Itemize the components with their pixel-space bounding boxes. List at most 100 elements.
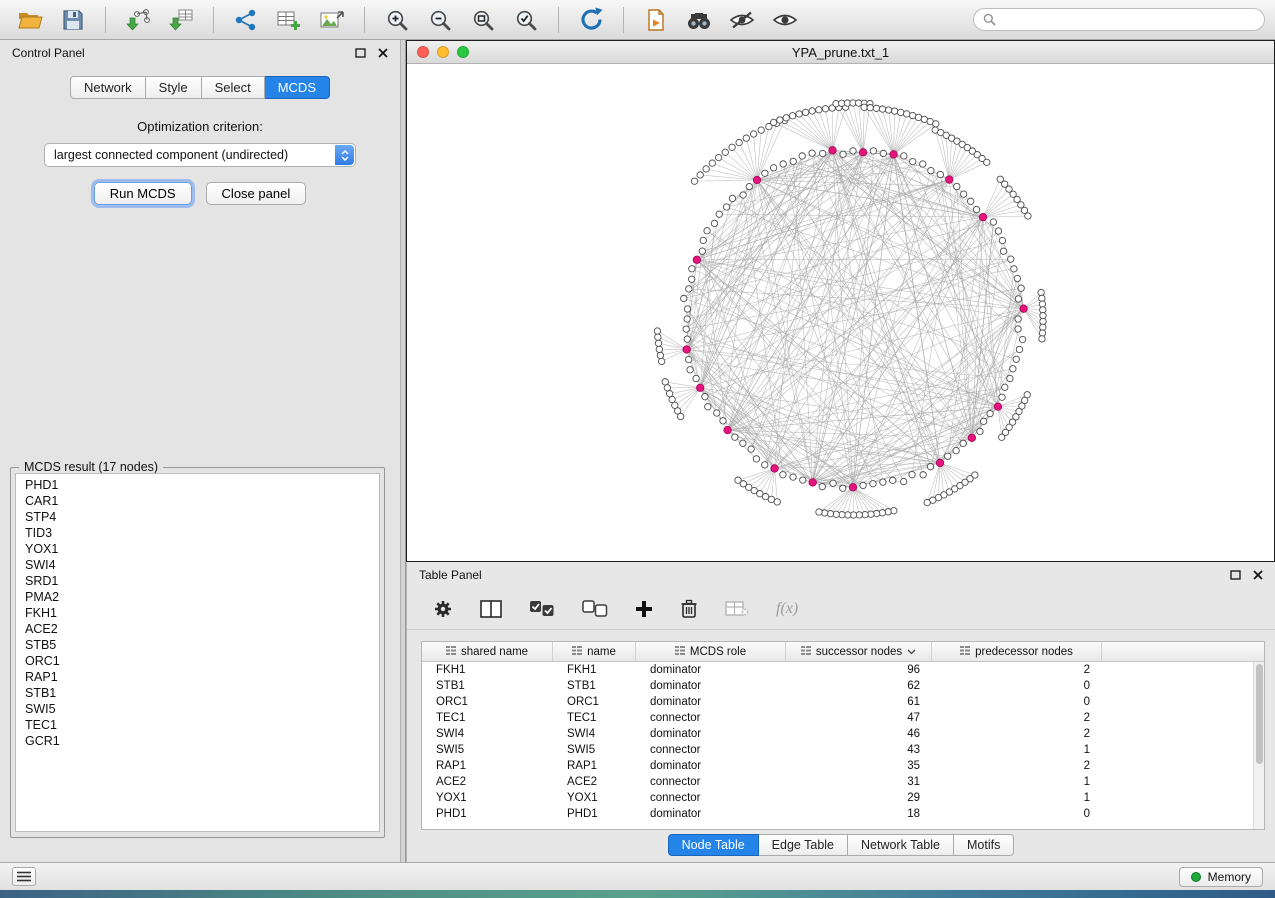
- column-header-successor-nodes[interactable]: successor nodes: [786, 642, 932, 661]
- criterion-dropdown[interactable]: largest connected component (undirected): [44, 143, 356, 167]
- column-header-name[interactable]: name: [553, 642, 636, 661]
- table-row[interactable]: TEC1TEC1connector472: [422, 710, 1264, 726]
- scrollbar-thumb[interactable]: [1256, 664, 1263, 764]
- control-panel-header: Control Panel: [0, 40, 400, 66]
- network-canvas[interactable]: [407, 64, 1274, 561]
- cell-name: FKH1: [553, 664, 636, 676]
- search-box[interactable]: [973, 8, 1265, 31]
- new-table-button[interactable]: [269, 3, 309, 37]
- mcds-result-item[interactable]: ORC1: [16, 653, 379, 669]
- table-scrollbar[interactable]: [1253, 662, 1264, 829]
- column-header-shared-name[interactable]: shared name: [422, 642, 553, 661]
- table-row[interactable]: ORC1ORC1dominator610: [422, 694, 1264, 710]
- eye-icon: [772, 10, 798, 30]
- tab-select[interactable]: Select: [202, 76, 265, 99]
- table-panel-close-button[interactable]: [1253, 570, 1263, 580]
- mcds-result-item[interactable]: ACE2: [16, 621, 379, 637]
- network-window-titlebar[interactable]: YPA_prune.txt_1: [407, 41, 1274, 64]
- zoom-selected-button[interactable]: [506, 3, 546, 37]
- cell-predecessor-nodes: 1: [932, 744, 1102, 756]
- mcds-result-item[interactable]: SRD1: [16, 573, 379, 589]
- hide-selected-button[interactable]: [722, 3, 762, 37]
- memory-button[interactable]: Memory: [1179, 867, 1263, 887]
- close-mcds-panel-button[interactable]: Close panel: [206, 182, 307, 205]
- tab-motifs[interactable]: Motifs: [954, 834, 1014, 856]
- column-attr-icon: [675, 645, 685, 659]
- control-panel-close-button[interactable]: [378, 48, 388, 58]
- tab-mcds[interactable]: MCDS: [265, 76, 330, 99]
- minimize-window-button[interactable]: [437, 46, 449, 58]
- columns-icon: [480, 600, 502, 618]
- mcds-result-item[interactable]: PHD1: [16, 477, 379, 493]
- save-session-button[interactable]: [53, 3, 93, 37]
- search-input[interactable]: [1002, 13, 1255, 27]
- mcds-result-item[interactable]: PMA2: [16, 589, 379, 605]
- checked-boxes-icon: [529, 600, 555, 618]
- add-column-button[interactable]: [635, 600, 653, 618]
- mcds-result-item[interactable]: GCR1: [16, 733, 379, 749]
- show-panels-button[interactable]: [12, 867, 36, 886]
- tab-network-table[interactable]: Network Table: [848, 834, 954, 856]
- import-table-button[interactable]: [161, 3, 201, 37]
- mcds-result-item[interactable]: CAR1: [16, 493, 379, 509]
- zoom-out-button[interactable]: [420, 3, 460, 37]
- mcds-result-item[interactable]: RAP1: [16, 669, 379, 685]
- cell-shared-name: PHD1: [422, 808, 553, 820]
- show-columns-button[interactable]: [480, 600, 502, 618]
- tab-style[interactable]: Style: [146, 76, 202, 99]
- new-network-button[interactable]: [226, 3, 266, 37]
- select-all-columns-button[interactable]: [529, 600, 555, 618]
- mcds-result-item[interactable]: TID3: [16, 525, 379, 541]
- table-row[interactable]: RAP1RAP1dominator352: [422, 758, 1264, 774]
- table-row[interactable]: SWI4SWI4dominator462: [422, 726, 1264, 742]
- cell-successor-nodes: 62: [786, 680, 932, 692]
- table-row[interactable]: SWI5SWI5connector431: [422, 742, 1264, 758]
- tab-edge-table[interactable]: Edge Table: [759, 834, 848, 856]
- refresh-layout-button[interactable]: [571, 3, 611, 37]
- open-session-button[interactable]: [10, 3, 50, 37]
- table-row[interactable]: STB1STB1dominator620: [422, 678, 1264, 694]
- mcds-result-item[interactable]: YOX1: [16, 541, 379, 557]
- cell-MCDS-role: connector: [636, 744, 786, 756]
- mcds-result-item[interactable]: STP4: [16, 509, 379, 525]
- zoom-in-button[interactable]: [377, 3, 417, 37]
- table-row[interactable]: FKH1FKH1dominator962: [422, 662, 1264, 678]
- control-panel-tabs: NetworkStyleSelectMCDS: [0, 76, 400, 99]
- zoom-fit-button[interactable]: [463, 3, 503, 37]
- mcds-result-item[interactable]: STB1: [16, 685, 379, 701]
- import-network-button[interactable]: [118, 3, 158, 37]
- mcds-result-item[interactable]: TEC1: [16, 717, 379, 733]
- cell-successor-nodes: 46: [786, 728, 932, 740]
- mcds-result-item[interactable]: SWI4: [16, 557, 379, 573]
- cell-name: PHD1: [553, 808, 636, 820]
- zoom-out-icon: [428, 8, 452, 32]
- export-image-button[interactable]: [312, 3, 352, 37]
- copy-style-button[interactable]: [636, 3, 676, 37]
- column-header-predecessor-nodes[interactable]: predecessor nodes: [932, 642, 1102, 661]
- table-row[interactable]: PHD1PHD1dominator180: [422, 806, 1264, 822]
- table-row[interactable]: ACE2ACE2connector311: [422, 774, 1264, 790]
- mcds-result-item[interactable]: FKH1: [16, 605, 379, 621]
- delete-table-button[interactable]: [725, 601, 749, 617]
- cell-shared-name: STB1: [422, 680, 553, 692]
- close-window-button[interactable]: [417, 46, 429, 58]
- float-panel-button[interactable]: [355, 48, 366, 58]
- table-row[interactable]: YOX1YOX1connector291: [422, 790, 1264, 806]
- mcds-result-box: MCDS result (17 nodes) PHD1CAR1STP4TID3Y…: [10, 467, 385, 838]
- table-settings-button[interactable]: [433, 599, 453, 619]
- tab-network[interactable]: Network: [70, 76, 146, 99]
- status-bar: Memory: [0, 862, 1275, 890]
- unselect-all-columns-button[interactable]: [582, 600, 608, 618]
- run-mcds-button[interactable]: Run MCDS: [94, 182, 192, 205]
- find-button[interactable]: [679, 3, 719, 37]
- tab-node-table[interactable]: Node Table: [668, 834, 759, 856]
- maximize-window-button[interactable]: [457, 46, 469, 58]
- function-builder-button[interactable]: f(x): [776, 600, 798, 618]
- mcds-result-item[interactable]: SWI5: [16, 701, 379, 717]
- float-table-panel-button[interactable]: [1230, 570, 1241, 580]
- column-header-MCDS-role[interactable]: MCDS role: [636, 642, 786, 661]
- show-all-button[interactable]: [765, 3, 805, 37]
- cell-MCDS-role: dominator: [636, 728, 786, 740]
- delete-column-button[interactable]: [680, 599, 698, 619]
- mcds-result-item[interactable]: STB5: [16, 637, 379, 653]
